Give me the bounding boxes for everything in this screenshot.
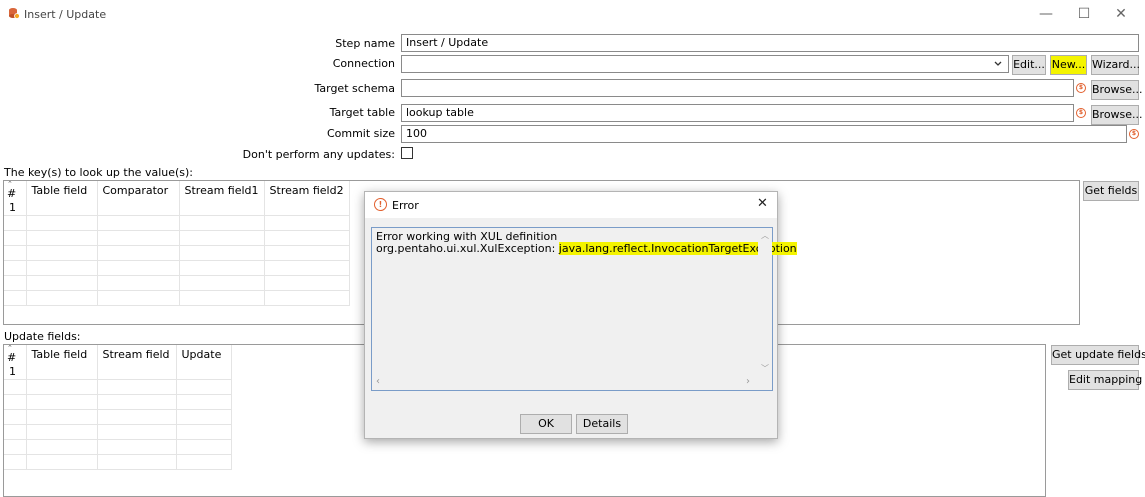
details-button[interactable]: Details <box>576 414 628 434</box>
variable-icon: $ <box>1076 83 1086 93</box>
scroll-down-icon[interactable]: ﹀ <box>761 363 769 374</box>
table-row[interactable] <box>4 409 232 425</box>
table-row[interactable] <box>4 290 350 306</box>
table-row[interactable] <box>4 260 350 276</box>
table-header-row: ⌃ # Table field Comparator Stream field1 … <box>4 181 350 200</box>
get-update-fields-button[interactable]: Get update fields <box>1051 345 1145 365</box>
commit-size-label: Commit size <box>326 127 395 140</box>
connection-label: Connection <box>332 57 395 70</box>
table-row[interactable] <box>4 454 232 470</box>
step-name-input[interactable]: Insert / Update <box>401 34 1139 52</box>
error-dialog: ! Error ✕ Error working with XUL definit… <box>364 191 797 439</box>
column-header-number: ⌃ # <box>4 181 27 200</box>
error-message-prefix: org.pentaho.ui.xul.XulException: <box>376 242 559 255</box>
minimize-button[interactable]: — <box>1034 4 1058 24</box>
target-schema-input[interactable] <box>401 79 1074 97</box>
table-row[interactable] <box>4 379 232 395</box>
column-header-update[interactable]: Update <box>176 345 232 364</box>
table-row[interactable] <box>4 424 232 440</box>
app-icon <box>9 8 20 19</box>
column-header-table-field[interactable]: Table field <box>26 345 98 364</box>
table-row[interactable] <box>4 215 350 231</box>
row-number: 1 <box>4 200 27 216</box>
browse-table-button[interactable]: Browse... <box>1091 105 1143 125</box>
maximize-button[interactable]: ☐ <box>1072 4 1096 24</box>
target-schema-label: Target schema <box>314 82 395 95</box>
column-header-comparator[interactable]: Comparator <box>97 181 180 200</box>
vertical-scrollbar[interactable]: ︿ ﹀ <box>758 228 772 376</box>
scroll-left-icon[interactable]: ‹ <box>376 376 380 387</box>
step-name-label: Step name <box>335 37 395 50</box>
new-connection-button[interactable]: New... <box>1050 55 1087 75</box>
no-updates-checkbox[interactable] <box>401 147 413 159</box>
table-row[interactable]: 1 <box>4 364 232 380</box>
window-title: Insert / Update <box>24 8 107 21</box>
scroll-up-icon[interactable]: ︿ <box>761 230 769 241</box>
column-header-stream-field[interactable]: Stream field <box>97 345 177 364</box>
edit-mapping-button[interactable]: Edit mapping <box>1068 370 1142 390</box>
table-row[interactable] <box>4 275 350 291</box>
column-header-table-field[interactable]: Table field <box>26 181 98 200</box>
warning-icon: ! <box>374 198 387 211</box>
get-fields-button[interactable]: Get fields <box>1083 181 1139 201</box>
column-header-stream-field1[interactable]: Stream field1 <box>179 181 265 200</box>
chevron-down-icon <box>994 61 1002 66</box>
table-header-row: ⌃ # Table field Stream field Update <box>4 345 232 364</box>
table-row[interactable] <box>4 230 350 246</box>
column-header-number: ⌃ # <box>4 345 27 364</box>
table-row[interactable] <box>4 245 350 261</box>
column-header-label: # <box>7 187 17 200</box>
title-bar: Insert / Update — ☐ ✕ <box>0 0 1145 28</box>
target-table-label: Target table <box>329 106 395 119</box>
error-message-box[interactable]: Error working with XUL definition org.pe… <box>371 227 797 391</box>
no-updates-label: Don't perform any updates: <box>242 148 395 161</box>
edit-connection-button[interactable]: Edit... <box>1012 55 1046 75</box>
target-table-input[interactable]: lookup table <box>401 104 1074 122</box>
connection-select[interactable] <box>401 55 1009 73</box>
ok-button[interactable]: OK <box>520 414 572 434</box>
update-section-label: Update fields: <box>4 330 81 343</box>
browse-schema-button[interactable]: Browse... <box>1091 80 1143 100</box>
variable-icon: $ <box>1076 108 1086 118</box>
horizontal-scrollbar[interactable]: ‹ › <box>372 376 758 390</box>
column-header-stream-field2[interactable]: Stream field2 <box>264 181 350 200</box>
table-row[interactable] <box>4 394 232 410</box>
scroll-right-icon[interactable]: › <box>746 376 750 387</box>
commit-size-input[interactable]: 100 <box>401 125 1127 143</box>
close-icon[interactable]: ✕ <box>757 196 768 211</box>
table-row[interactable] <box>4 439 232 455</box>
variable-icon: $ <box>1129 129 1139 139</box>
table-row[interactable]: 1 <box>4 200 350 216</box>
column-header-label: # <box>7 351 17 364</box>
error-dialog-title: Error <box>392 199 419 212</box>
wizard-button[interactable]: Wizard... <box>1091 55 1140 75</box>
row-number: 1 <box>4 364 27 380</box>
close-window-button[interactable]: ✕ <box>1109 4 1133 24</box>
keys-section-label: The key(s) to look up the value(s): <box>4 166 194 179</box>
error-message-line2: org.pentaho.ui.xul.XulException: java.la… <box>376 242 797 255</box>
error-dialog-titlebar: ! Error ✕ <box>365 192 777 218</box>
